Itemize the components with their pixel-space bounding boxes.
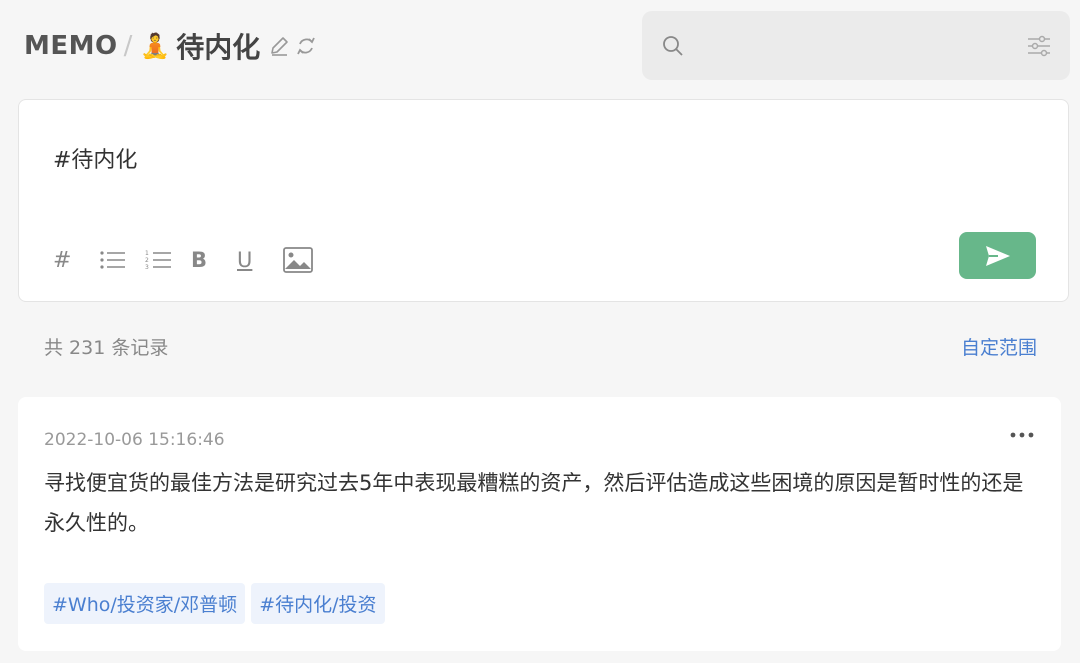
filter-sliders-icon[interactable] <box>1026 33 1052 63</box>
tag-emoji: 🧘 <box>140 32 171 60</box>
hashtag-button[interactable]: # <box>53 244 99 276</box>
svg-text:3: 3 <box>145 264 149 271</box>
memo-tags: #Who/投资家/邓普顿 #待内化/投资 <box>44 583 391 624</box>
svg-text:1: 1 <box>145 250 149 257</box>
editor-content[interactable]: #待内化 <box>53 142 137 174</box>
record-count: 共 231 条记录 <box>44 337 169 359</box>
bold-button[interactable]: B <box>191 244 237 276</box>
page-title: 待内化 <box>176 31 261 64</box>
memo-card: 2022-10-06 15:16:46 寻找便宜货的最佳方法是研究过去5年中表现… <box>18 397 1061 651</box>
tag-chip[interactable]: #待内化/投资 <box>251 583 385 624</box>
send-button[interactable] <box>959 232 1036 279</box>
search-icon <box>662 35 684 61</box>
editor-toolbar: # 123 B U <box>53 244 329 276</box>
custom-range-link[interactable]: 自定范围 <box>961 333 1037 360</box>
breadcrumb-separator: / <box>123 31 133 61</box>
image-icon[interactable] <box>283 244 329 276</box>
send-icon <box>985 245 1010 266</box>
search-input[interactable] <box>694 29 1014 61</box>
bullet-list-icon[interactable] <box>99 244 145 276</box>
memo-text: 寻找便宜货的最佳方法是研究过去5年中表现最糟糕的资产，然后评估造成这些困境的原因… <box>44 471 1024 535</box>
pencil-icon[interactable] <box>268 35 290 57</box>
memo-editor[interactable]: #待内化 # 123 B U <box>18 99 1069 302</box>
tag-chip[interactable]: #Who/投资家/邓普顿 <box>44 583 246 624</box>
memo-timestamp: 2022-10-06 15:16:46 <box>44 430 225 450</box>
brand-title[interactable]: MEMO <box>24 31 118 61</box>
header: MEMO / 🧘 待内化 <box>24 24 318 68</box>
underline-button[interactable]: U <box>237 244 283 276</box>
sync-icon[interactable] <box>294 34 318 58</box>
svg-text:2: 2 <box>145 257 149 264</box>
search-bar <box>642 11 1070 80</box>
numbered-list-icon[interactable]: 123 <box>145 244 191 276</box>
more-dots-icon[interactable] <box>1009 425 1035 444</box>
